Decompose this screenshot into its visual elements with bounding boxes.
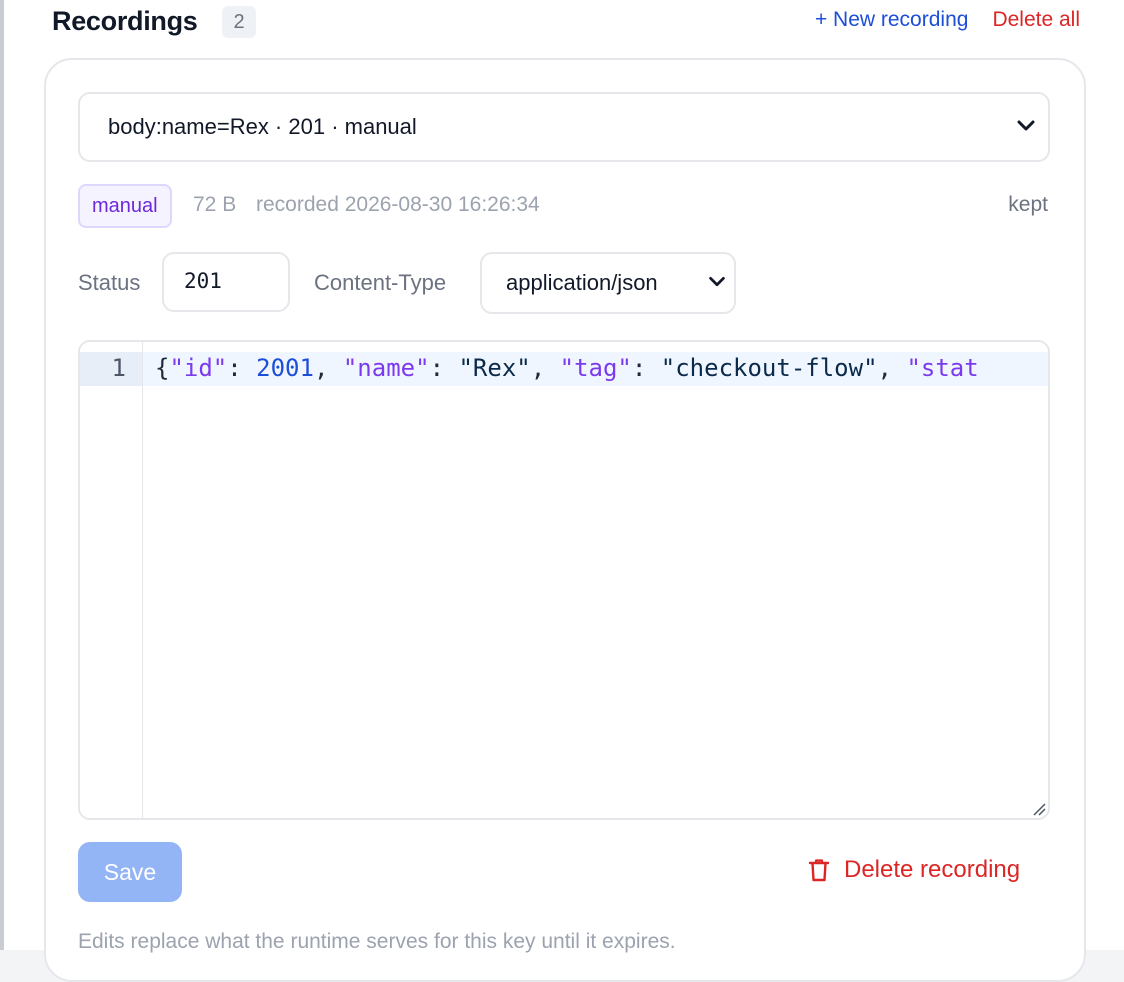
status-label: Status: [78, 270, 141, 295]
recordings-header: Recordings 2 + New recording Delete all: [52, 0, 1080, 46]
code-token: "stat: [906, 354, 979, 382]
chevron-down-icon: [1017, 120, 1035, 131]
editor-footnote: Edits replace what the runtime serves fo…: [78, 930, 676, 953]
kept-status: kept: [1008, 193, 1048, 216]
code-line: {"id": 2001, "name": "Rex", "tag": "chec…: [155, 354, 979, 382]
code-token: "id": [169, 354, 228, 382]
code-token: ,: [313, 354, 343, 382]
code-token: "tag": [559, 354, 632, 382]
code-token: ,: [530, 354, 560, 382]
content-type-value: application/json: [506, 270, 658, 295]
recording-select-value: body:name=Rex · 201 · manual: [108, 114, 417, 139]
save-button[interactable]: Save: [78, 842, 182, 902]
code-token: "checkout-flow": [660, 354, 878, 382]
recording-select[interactable]: body:name=Rex · 201 · manual: [78, 92, 1050, 162]
code-token: 2001: [256, 354, 314, 382]
recordings-panel: Recordings 2 + New recording Delete all …: [4, 0, 1124, 982]
chevron-down-icon: [709, 276, 725, 287]
source-tag-badge: manual: [78, 184, 172, 228]
page-title: Recordings: [52, 6, 198, 36]
code-token: "name": [342, 354, 430, 382]
status-input[interactable]: 201: [162, 252, 290, 312]
body-size: 72 B: [193, 193, 237, 216]
delete-all-link[interactable]: Delete all: [992, 8, 1080, 32]
recording-meta: manual 72 B recorded 2026-08-30 16:26:34…: [78, 184, 1048, 228]
code-token: :: [429, 354, 459, 382]
resize-handle-icon[interactable]: [1032, 802, 1046, 816]
line-number: 1: [111, 354, 126, 382]
header-actions: + New recording Delete all: [815, 8, 1080, 32]
code-token: :: [227, 354, 257, 382]
content-type-label: Content-Type: [314, 270, 447, 295]
delete-recording-label: Delete recording: [844, 856, 1021, 883]
response-settings-row: Status 201 Content-Type application/json: [78, 252, 1048, 316]
delete-recording-button[interactable]: Delete recording: [808, 856, 1020, 884]
line-number-gutter: 1: [80, 342, 143, 818]
content-type-select[interactable]: application/json: [480, 252, 736, 314]
code-token: :: [631, 354, 661, 382]
code-token: {: [155, 354, 170, 382]
response-body-editor[interactable]: 1 {"id": 2001, "name": "Rex", "tag": "ch…: [78, 340, 1050, 820]
code-token: ,: [877, 354, 907, 382]
trash-icon: [808, 859, 830, 882]
recording-card: body:name=Rex · 201 · manual manual 72 B…: [44, 58, 1086, 982]
recorded-timestamp: recorded 2026-08-30 16:26:34: [256, 193, 540, 216]
recordings-count-badge: 2: [222, 6, 256, 38]
status-value: 201: [184, 269, 222, 293]
code-token: "Rex": [458, 354, 531, 382]
new-recording-link[interactable]: + New recording: [815, 8, 969, 32]
